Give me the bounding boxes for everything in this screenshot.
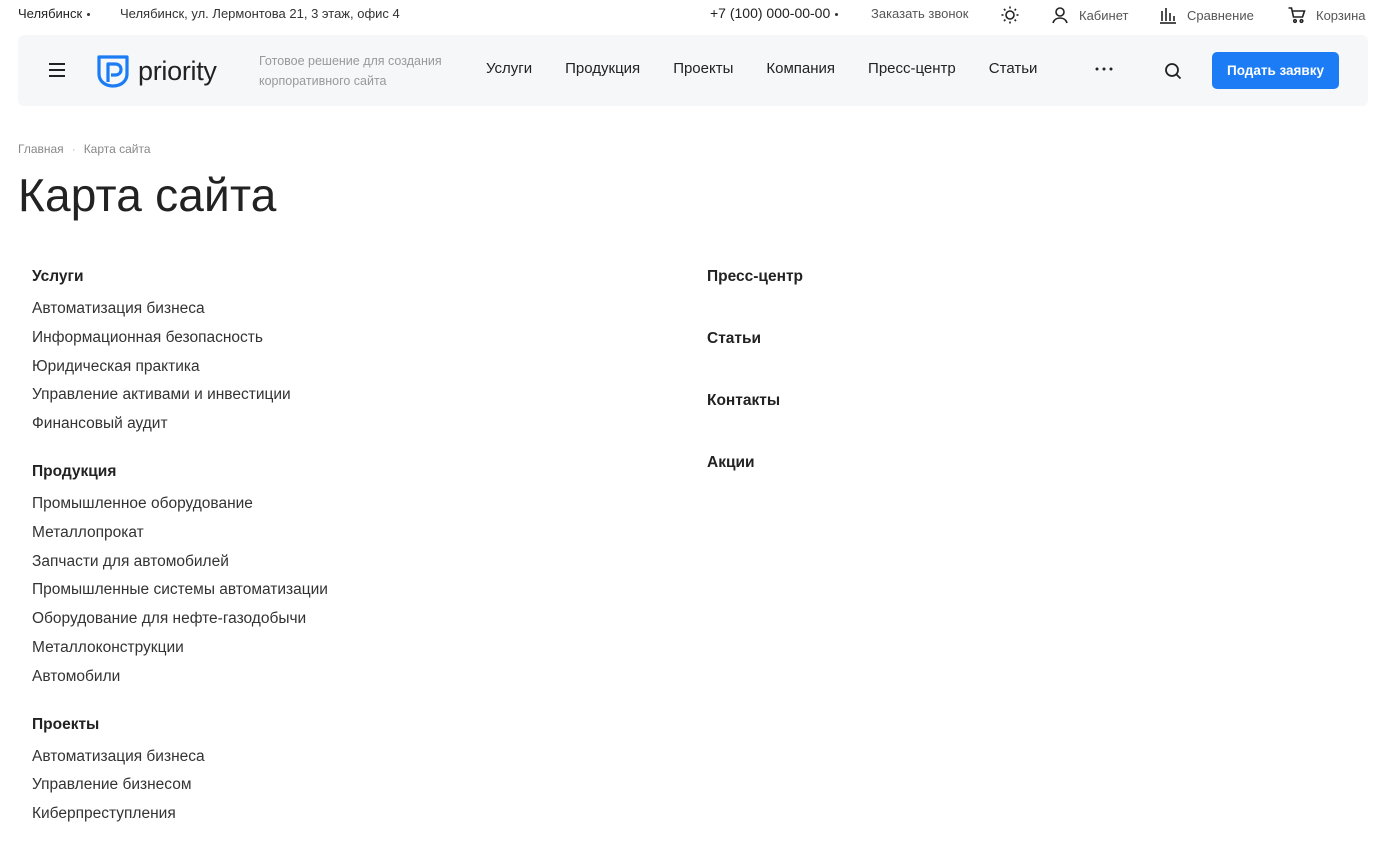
page-title: Карта сайта	[18, 169, 277, 221]
cabinet-label: Кабинет	[1079, 7, 1129, 23]
compare-link[interactable]: Сравнение	[1158, 5, 1254, 25]
compare-label: Сравнение	[1187, 7, 1254, 23]
user-icon	[1052, 7, 1068, 24]
sitemap-section-title[interactable]: Статьи	[707, 328, 1307, 350]
sitemap-link[interactable]: Автоматизация бизнеса	[32, 295, 632, 324]
callback-link[interactable]: Заказать звонок	[871, 6, 968, 21]
sitemap-link[interactable]: Автомобили	[32, 663, 632, 692]
sitemap-section-title[interactable]: Проекты	[32, 714, 632, 736]
sitemap-link[interactable]: Киберпреступления	[32, 800, 632, 829]
cart-icon	[1288, 7, 1306, 24]
search-icon[interactable]	[1163, 61, 1183, 81]
nav-item-articles[interactable]: Статьи	[989, 60, 1038, 77]
chevron-down-icon	[87, 13, 91, 17]
city-selector[interactable]: Челябинск	[18, 6, 91, 21]
top-bar: Челябинск Челябинск, ул. Лермонтова 21, …	[0, 0, 1390, 28]
theme-toggle-sun-icon[interactable]	[1000, 5, 1020, 25]
sitemap-link[interactable]: Металлоконструкции	[32, 634, 632, 663]
sitemap-link[interactable]: Управление бизнесом	[32, 771, 632, 800]
sitemap-section-title[interactable]: Услуги	[32, 266, 632, 288]
sitemap-section-articles: Статьи	[707, 328, 1307, 350]
cabinet-link[interactable]: Кабинет	[1050, 5, 1128, 25]
sitemap-link[interactable]: Промышленные системы автоматизации	[32, 576, 632, 605]
nav-item-press-center[interactable]: Пресс-центр	[868, 60, 956, 77]
sitemap-section-promotions: Акции	[707, 452, 1307, 474]
breadcrumb: Главная · Карта сайта	[18, 142, 151, 156]
sitemap-link[interactable]: Запчасти для автомобилей	[32, 548, 632, 577]
main-nav: Услуги Продукция Проекты Компания Пресс-…	[486, 60, 1070, 77]
breadcrumb-separator: ·	[71, 142, 76, 156]
sitemap-section-title[interactable]: Пресс-центр	[707, 266, 1307, 288]
chevron-down-icon	[835, 12, 839, 16]
sitemap-section-title[interactable]: Контакты	[707, 390, 1307, 412]
phone-label: +7 (100) 000-00-00	[710, 5, 831, 21]
sitemap-link[interactable]: Финансовый аудит	[32, 410, 632, 439]
submit-request-button[interactable]: Подать заявку	[1212, 52, 1339, 89]
burger-menu-icon[interactable]	[49, 63, 65, 77]
sitemap-link[interactable]: Информационная безопасность	[32, 324, 632, 353]
sitemap-section-projects: Проекты Автоматизация бизнеса Управление…	[32, 714, 632, 829]
tagline-line: Готовое решение для создания	[259, 54, 442, 68]
city-label: Челябинск	[18, 6, 83, 21]
sitemap-left-column: Услуги Автоматизация бизнеса Информацион…	[32, 266, 632, 851]
sitemap-section-services: Услуги Автоматизация бизнеса Информацион…	[32, 266, 632, 439]
sitemap-link[interactable]: Промышленное оборудование	[32, 490, 632, 519]
sitemap-section-title[interactable]: Акции	[707, 452, 1307, 474]
sitemap-link[interactable]: Управление активами и инвестиции	[32, 381, 632, 410]
tagline-line: корпоративного сайта	[259, 74, 387, 88]
sitemap-link[interactable]: Автоматизация бизнеса	[32, 743, 632, 772]
tagline: Готовое решение для создания корпоративн…	[259, 51, 469, 91]
bar-chart-icon	[1160, 8, 1176, 24]
phone-number[interactable]: +7 (100) 000-00-00	[710, 5, 839, 21]
cart-link[interactable]: Корзина	[1287, 5, 1366, 25]
logo[interactable]: priority	[96, 54, 217, 88]
sitemap-section-contacts: Контакты	[707, 390, 1307, 412]
cart-label: Корзина	[1316, 7, 1366, 23]
sitemap-link[interactable]: Металлопрокат	[32, 519, 632, 548]
breadcrumb-current: Карта сайта	[83, 142, 151, 156]
main-header: priority Готовое решение для создания ко…	[18, 35, 1368, 106]
sitemap-section-press-center: Пресс-центр	[707, 266, 1307, 288]
more-dots-icon[interactable]	[1094, 61, 1114, 77]
sitemap-section-title[interactable]: Продукция	[32, 461, 632, 483]
logo-text: priority	[138, 55, 217, 86]
breadcrumb-home[interactable]: Главная	[18, 142, 64, 156]
sitemap-section-products: Продукция Промышленное оборудование Мета…	[32, 461, 632, 692]
sitemap-right-column: Пресс-центр Статьи Контакты Акции	[707, 266, 1307, 514]
nav-item-projects[interactable]: Проекты	[673, 60, 733, 77]
nav-item-services[interactable]: Услуги	[486, 60, 532, 77]
nav-item-company[interactable]: Компания	[766, 60, 835, 77]
nav-item-products[interactable]: Продукция	[565, 60, 640, 77]
priority-logo-icon	[97, 55, 129, 88]
sitemap-link[interactable]: Юридическая практика	[32, 353, 632, 382]
sitemap-link[interactable]: Оборудование для нефте-газодобычи	[32, 605, 632, 634]
address: Челябинск, ул. Лермонтова 21, 3 этаж, оф…	[120, 6, 400, 21]
